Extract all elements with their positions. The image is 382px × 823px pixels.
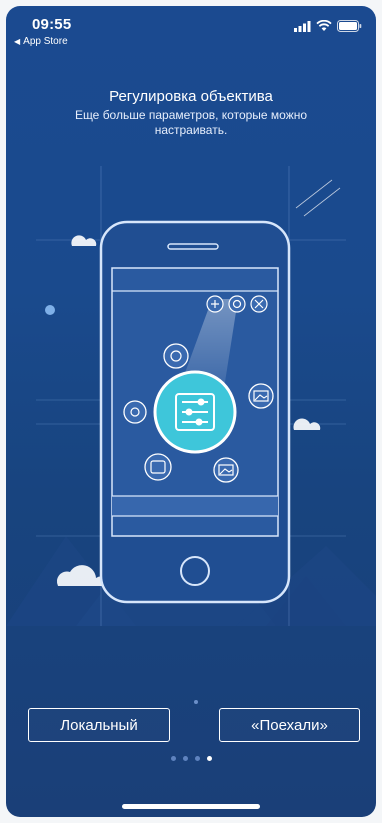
focus-icon — [144, 453, 172, 481]
gallery-icon — [248, 383, 274, 409]
exposure-icon — [123, 400, 147, 424]
page-indicator — [6, 756, 376, 761]
cloud-icon — [293, 418, 321, 430]
wifi-icon — [316, 20, 332, 31]
onboarding-screen: 09:55 ◀ App Store Регулировка объектива … — [6, 6, 376, 817]
status-icons — [294, 20, 362, 32]
page-dot[interactable] — [194, 756, 200, 761]
back-to-app-store-link[interactable]: ◀ App Store — [14, 36, 68, 47]
page-dot[interactable] — [170, 756, 176, 761]
battery-icon — [337, 20, 362, 32]
photo-icon — [213, 457, 239, 483]
status-bar: 09:55 ◀ App Store — [6, 6, 376, 50]
local-button[interactable]: Локальный — [28, 708, 170, 742]
page-subtitle: Еще больше параметров, которые можно нас… — [74, 108, 308, 137]
home-indicator[interactable] — [122, 804, 260, 809]
top-icons — [206, 295, 268, 313]
aperture-icon — [163, 343, 189, 369]
signal-icon — [294, 20, 311, 32]
lens-adjustment-illustration — [6, 166, 376, 704]
planet-decoration — [45, 305, 55, 315]
page-dot[interactable] — [182, 756, 188, 761]
page-title: Регулировка объектива — [109, 88, 273, 105]
cloud-icon — [71, 235, 97, 246]
adjustment-sliders-icon — [153, 370, 237, 454]
lets-go-button[interactable]: «Поехали» — [219, 708, 360, 742]
back-link-label: App Store — [23, 36, 68, 47]
status-time: 09:55 — [32, 16, 72, 33]
streak-decoration — [295, 179, 341, 217]
back-arrow-icon: ◀ — [14, 37, 21, 46]
star-decoration — [194, 700, 198, 704]
page-dot-active[interactable] — [206, 756, 212, 761]
